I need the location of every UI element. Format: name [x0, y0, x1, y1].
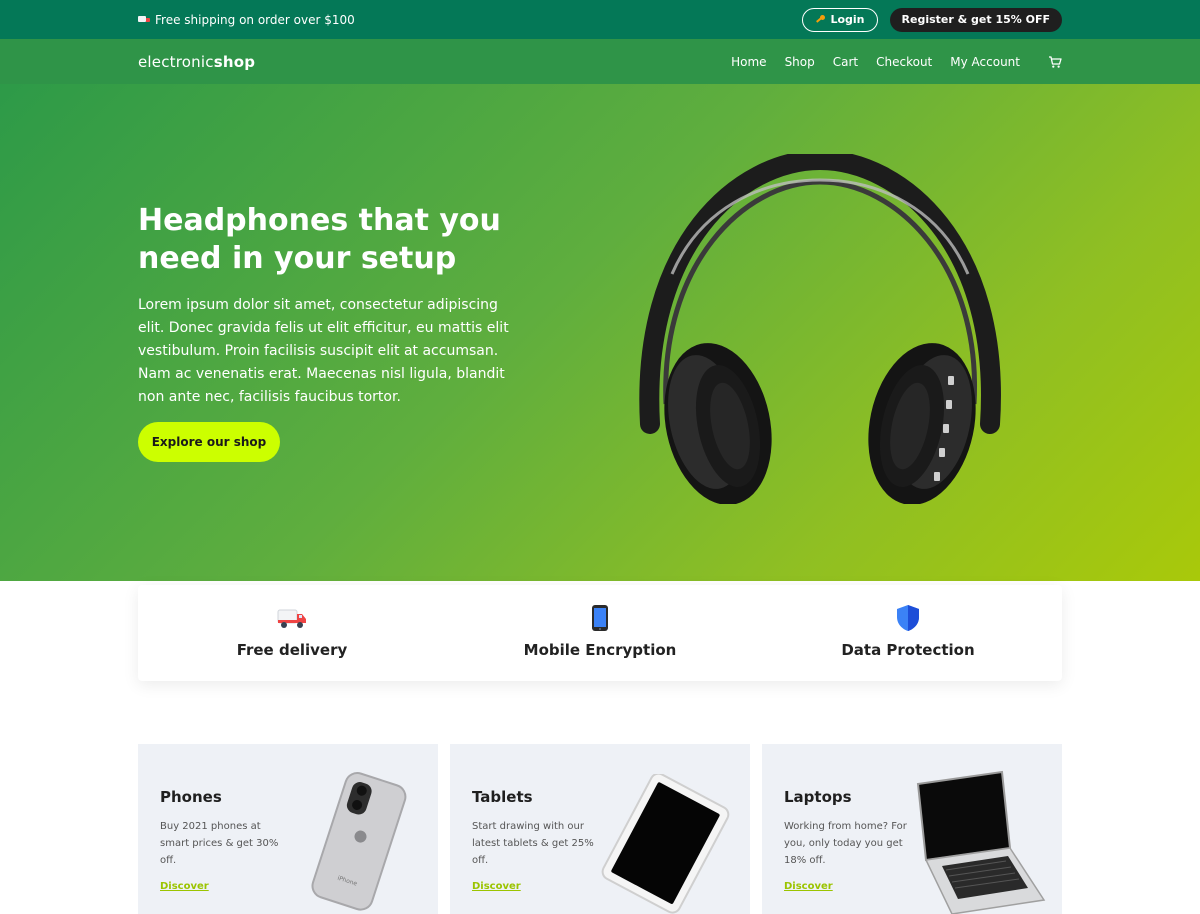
laptop-image [916, 770, 1046, 914]
main-nav: electronicshop Home Shop Cart Checkout M… [0, 39, 1200, 84]
feature-mobile-encryption: Mobile Encryption [446, 585, 754, 681]
hero-description: Lorem ipsum dolor sit amet, consectetur … [138, 297, 509, 405]
hero-text: Headphones that you need in your setup L… [138, 202, 538, 409]
feature-free-delivery: Free delivery [138, 585, 446, 681]
feature-label: Free delivery [236, 641, 348, 659]
login-label: Login [830, 13, 865, 26]
nav-link-home[interactable]: Home [731, 55, 766, 69]
category-card-phones[interactable]: Phones Buy 2021 phones at smart prices &… [138, 744, 438, 914]
card-title: Laptops [784, 788, 852, 806]
account-actions: Login Register & get 15% OFF [802, 7, 1062, 32]
feature-data-protection: Data Protection [754, 585, 1062, 681]
nav-link-checkout[interactable]: Checkout [876, 55, 932, 69]
login-button[interactable]: Login [802, 7, 878, 32]
truck-icon [138, 15, 150, 24]
shield-icon [893, 603, 923, 633]
features-bar: Free delivery Mobile Encryption Data Pro… [138, 585, 1062, 681]
shipping-promo-text: Free shipping on order over $100 [155, 12, 355, 27]
explore-shop-button[interactable]: Explore our shop [138, 422, 280, 462]
discover-link[interactable]: Discover [784, 881, 833, 892]
feature-label: Mobile Encryption [523, 641, 677, 659]
logo-light-text: electronic [138, 52, 214, 71]
register-button[interactable]: Register & get 15% OFF [889, 7, 1062, 32]
discover-link[interactable]: Discover [160, 881, 209, 892]
card-title: Tablets [472, 788, 533, 806]
site-logo[interactable]: electronicshop [138, 53, 255, 71]
category-card-tablets[interactable]: Tablets Start drawing with our latest ta… [450, 744, 750, 914]
card-description: Start drawing with our latest tablets & … [472, 821, 594, 866]
nav-link-shop[interactable]: Shop [785, 55, 815, 69]
mobile-phone-icon [585, 603, 615, 633]
top-bar: Free shipping on order over $100 Login R… [0, 0, 1200, 39]
phone-image: iPhone [311, 772, 407, 911]
logo-bold-text: shop [213, 52, 256, 71]
hero-title: Headphones that you need in your setup [138, 203, 501, 276]
headphones-image [639, 154, 1001, 504]
shipping-promo: Free shipping on order over $100 [138, 13, 355, 27]
key-icon [815, 14, 826, 25]
card-description: Working from home? For you, only today y… [784, 821, 907, 866]
nav-link-my-account[interactable]: My Account [950, 55, 1020, 69]
category-cards: Phones Buy 2021 phones at smart prices &… [138, 744, 1062, 914]
tablet-image [601, 774, 730, 914]
card-description: Buy 2021 phones at smart prices & get 30… [160, 821, 279, 866]
cart-icon[interactable] [1048, 55, 1062, 69]
category-card-laptops[interactable]: Laptops Working from home? For you, only… [762, 744, 1062, 914]
nav-link-cart[interactable]: Cart [833, 55, 858, 69]
nav-links: Home Shop Cart Checkout My Account [731, 55, 1062, 69]
discover-link[interactable]: Discover [472, 881, 521, 892]
card-title: Phones [160, 788, 222, 806]
delivery-truck-icon [277, 603, 307, 633]
hero-section: Headphones that you need in your setup L… [0, 84, 1200, 581]
feature-label: Data Protection [841, 641, 975, 659]
